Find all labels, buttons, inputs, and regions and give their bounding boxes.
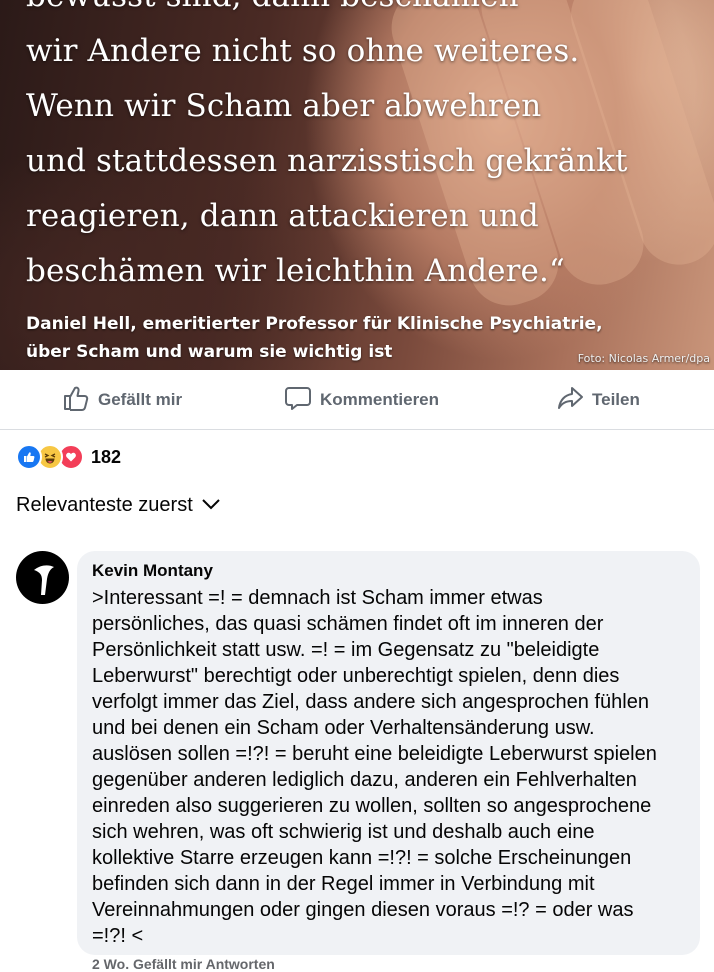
post-action-bar: Gefällt mir Kommentieren Teilen: [0, 370, 714, 430]
quote-line: reagieren, dann attackieren und: [26, 198, 539, 234]
like-reaction-icon: [16, 444, 42, 470]
quote-line: beschämen wir leichthin Andere.“: [26, 253, 565, 289]
share-arrow-icon: [556, 384, 584, 417]
quote-line: wir Andere nicht so ohne weiteres.: [26, 33, 580, 69]
comment-button[interactable]: Kommentieren: [284, 384, 439, 416]
sort-label: Relevanteste zuerst: [16, 494, 193, 516]
share-button[interactable]: Teilen: [556, 384, 640, 416]
comment-label: Kommentieren: [320, 390, 440, 409]
comment-bubble-icon: [284, 384, 312, 417]
avatar[interactable]: [16, 551, 69, 604]
quote-attribution: Daniel Hell, emeritierter Professor für …: [26, 314, 603, 334]
share-label: Teilen: [592, 390, 640, 409]
like-label: Gefällt mir: [98, 390, 183, 409]
reactions-summary[interactable]: 182: [16, 444, 121, 470]
comment-sort-dropdown[interactable]: Relevanteste zuerst: [16, 494, 221, 517]
comment-text: >Interessant =! = demnach ist Scham imme…: [92, 587, 657, 947]
comment-bubble: Kevin Montany >Interessant =! = demnach …: [77, 551, 700, 955]
reaction-count: 182: [91, 446, 122, 467]
comment-meta[interactable]: 2 Wo. Gefällt mir Antworten: [92, 956, 275, 972]
quote-attribution: über Scham und warum sie wichtig ist: [26, 342, 393, 362]
quote-line: bewusst sind, dann beschämen: [26, 0, 519, 14]
like-button[interactable]: Gefällt mir: [62, 384, 182, 416]
quote-line: Wenn wir Scham aber abwehren: [26, 88, 542, 124]
quote-line: und stattdessen narzisstisch gekränkt: [26, 143, 628, 179]
comment-author[interactable]: Kevin Montany: [92, 561, 213, 581]
thumbs-up-icon: [62, 384, 90, 417]
post-image[interactable]: bewusst sind, dann beschämen wir Andere …: [0, 0, 714, 370]
chevron-down-icon: [201, 494, 221, 517]
photo-credit: Foto: Nicolas Armer/dpa: [577, 352, 710, 365]
